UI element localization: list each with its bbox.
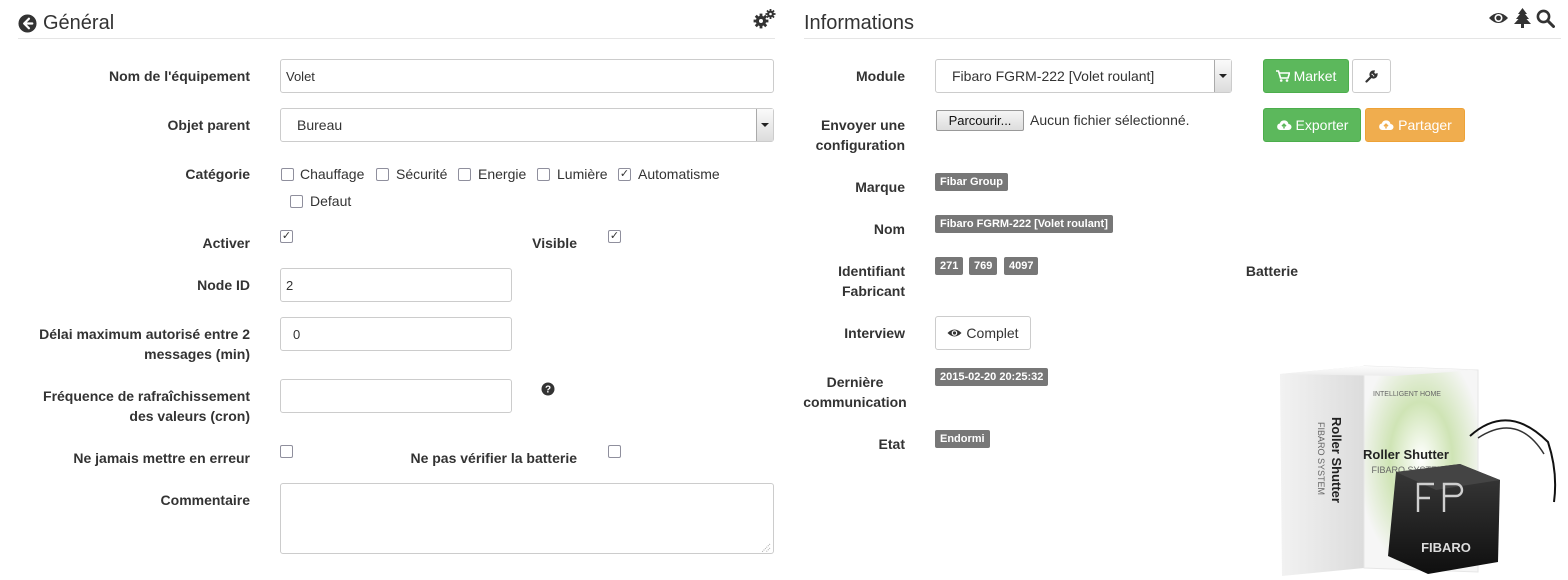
box-side-sub-text: FIBARO SYSTEM <box>1316 422 1326 495</box>
export-button[interactable]: Exporter <box>1263 108 1361 142</box>
category-checkbox-securite[interactable] <box>376 168 389 181</box>
box-side-title-text: Roller Shutter <box>1329 417 1344 503</box>
category-label-securite: Sécurité <box>396 166 448 182</box>
informations-header-icons <box>1488 8 1555 28</box>
equipment-name-label: Nom de l'équipement <box>108 68 250 84</box>
category-label-lumiere: Lumière <box>557 166 608 182</box>
brand-print-text: INTELLIGENT HOME <box>1373 391 1441 398</box>
category-checkbox-automatisme[interactable]: ✓ <box>618 168 631 181</box>
market-button-label: Market <box>1293 68 1337 84</box>
no-battery-check-label: Ne pas vérifier la batterie <box>410 450 577 466</box>
interview-label: Interview <box>844 325 905 341</box>
module-select[interactable]: Fibaro FGRM-222 [Volet roulant] <box>935 59 1232 93</box>
search-icon[interactable] <box>1536 9 1555 28</box>
max-delay-input[interactable]: 0 <box>280 317 512 351</box>
comment-label: Commentaire <box>160 492 250 508</box>
never-error-label: Ne jamais mettre en erreur <box>73 450 250 466</box>
category-checkbox-energie[interactable] <box>458 168 471 181</box>
manufacturer-id-badge: 271 <box>935 257 964 275</box>
market-button[interactable]: Market <box>1263 59 1349 93</box>
parent-object-label: Objet parent <box>167 117 250 133</box>
svg-text:?: ? <box>545 385 551 396</box>
module-value: Fibaro FGRM-222 [Volet roulant] <box>952 68 1155 84</box>
visible-checkbox[interactable]: ✓ <box>608 230 621 243</box>
share-button[interactable]: Partager <box>1365 108 1465 142</box>
circle-arrow-left-icon[interactable] <box>18 14 37 33</box>
no-battery-check-checkbox[interactable] <box>608 445 621 458</box>
refresh-cron-label: Fréquence de rafraîchissement des valeur… <box>43 388 250 424</box>
no-file-selected-text: Aucun fichier sélectionné. <box>1030 112 1190 128</box>
wrench-button[interactable] <box>1352 59 1391 93</box>
battery-label: Batterie <box>1245 263 1298 279</box>
box-front-title-text: Roller Shutter <box>1363 447 1449 462</box>
eye-icon <box>947 328 962 338</box>
equipment-name-input[interactable]: Volet <box>280 59 774 93</box>
category-checkbox-lumiere[interactable] <box>537 168 550 181</box>
node-id-label: Node ID <box>197 277 250 293</box>
category-label-chauffage: Chauffage <box>300 166 365 182</box>
brand-label: Marque <box>855 179 905 195</box>
device-logo-text: FIBARO <box>1421 540 1471 555</box>
refresh-cron-input[interactable] <box>280 379 512 413</box>
parent-object-select[interactable]: Bureau <box>280 108 774 142</box>
device-name-label: Nom <box>873 221 905 237</box>
never-error-checkbox[interactable] <box>280 445 293 458</box>
module-label: Module <box>856 68 905 84</box>
share-button-label: Partager <box>1398 117 1452 133</box>
informations-title: Informations <box>804 12 915 34</box>
chevron-down-icon[interactable] <box>1214 60 1231 92</box>
brand-badge: Fibar Group <box>935 173 1008 191</box>
device-name-badge: Fibaro FGRM-222 [Volet roulant] <box>935 215 1113 233</box>
product-type-badge: 769 <box>969 257 998 275</box>
general-title: Général <box>43 12 115 34</box>
resize-handle-icon[interactable] <box>760 540 771 556</box>
max-delay-label: Délai maximum autorisé entre 2 messages … <box>39 326 250 362</box>
category-checkbox-defaut[interactable] <box>290 195 303 208</box>
state-label: Etat <box>878 436 905 452</box>
general-divider <box>18 38 775 39</box>
wrench-icon <box>1365 69 1378 83</box>
category-label: Catégorie <box>185 166 250 182</box>
export-button-label: Exporter <box>1295 117 1349 133</box>
node-id-input[interactable]: 2 <box>280 268 512 302</box>
chevron-down-icon[interactable] <box>756 109 773 141</box>
interview-button-label: Complet <box>966 325 1019 341</box>
state-badge: Endormi <box>935 430 990 448</box>
informations-divider <box>804 38 1561 39</box>
comment-textarea[interactable] <box>280 483 774 554</box>
eye-icon[interactable] <box>1488 11 1509 25</box>
cloud-upload-icon <box>1276 119 1292 131</box>
cloud-upload-icon <box>1378 119 1394 131</box>
send-config-label: Envoyer une configuration <box>815 117 905 153</box>
last-comm-label: Dernière communication <box>803 374 907 410</box>
visible-label: Visible <box>532 235 577 251</box>
tree-icon[interactable] <box>1514 8 1531 28</box>
browse-file-button[interactable]: Parcourir... <box>936 110 1024 131</box>
activate-checkbox[interactable]: ✓ <box>280 230 293 243</box>
last-comm-badge: 2015-02-20 20:25:32 <box>935 368 1049 386</box>
product-id-badge: 4097 <box>1004 257 1039 275</box>
general-header: Général <box>18 12 114 35</box>
interview-complete-button[interactable]: Complet <box>935 316 1031 350</box>
category-checkbox-chauffage[interactable] <box>281 168 294 181</box>
cogs-icon[interactable] <box>752 8 776 30</box>
manufacturer-id-label: Identifiant Fabricant <box>838 263 905 299</box>
parent-object-value: Bureau <box>297 117 343 133</box>
shopping-cart-icon <box>1275 70 1290 82</box>
category-label-defaut: Defaut <box>310 193 352 209</box>
category-label-automatisme: Automatisme <box>638 166 720 182</box>
product-image: INTELLIGENT HOME Roller Shutter FIBARO S… <box>1278 362 1562 578</box>
activate-label: Activer <box>202 235 250 251</box>
question-circle-icon[interactable]: ? <box>541 382 555 396</box>
category-label-energie: Energie <box>478 166 527 182</box>
